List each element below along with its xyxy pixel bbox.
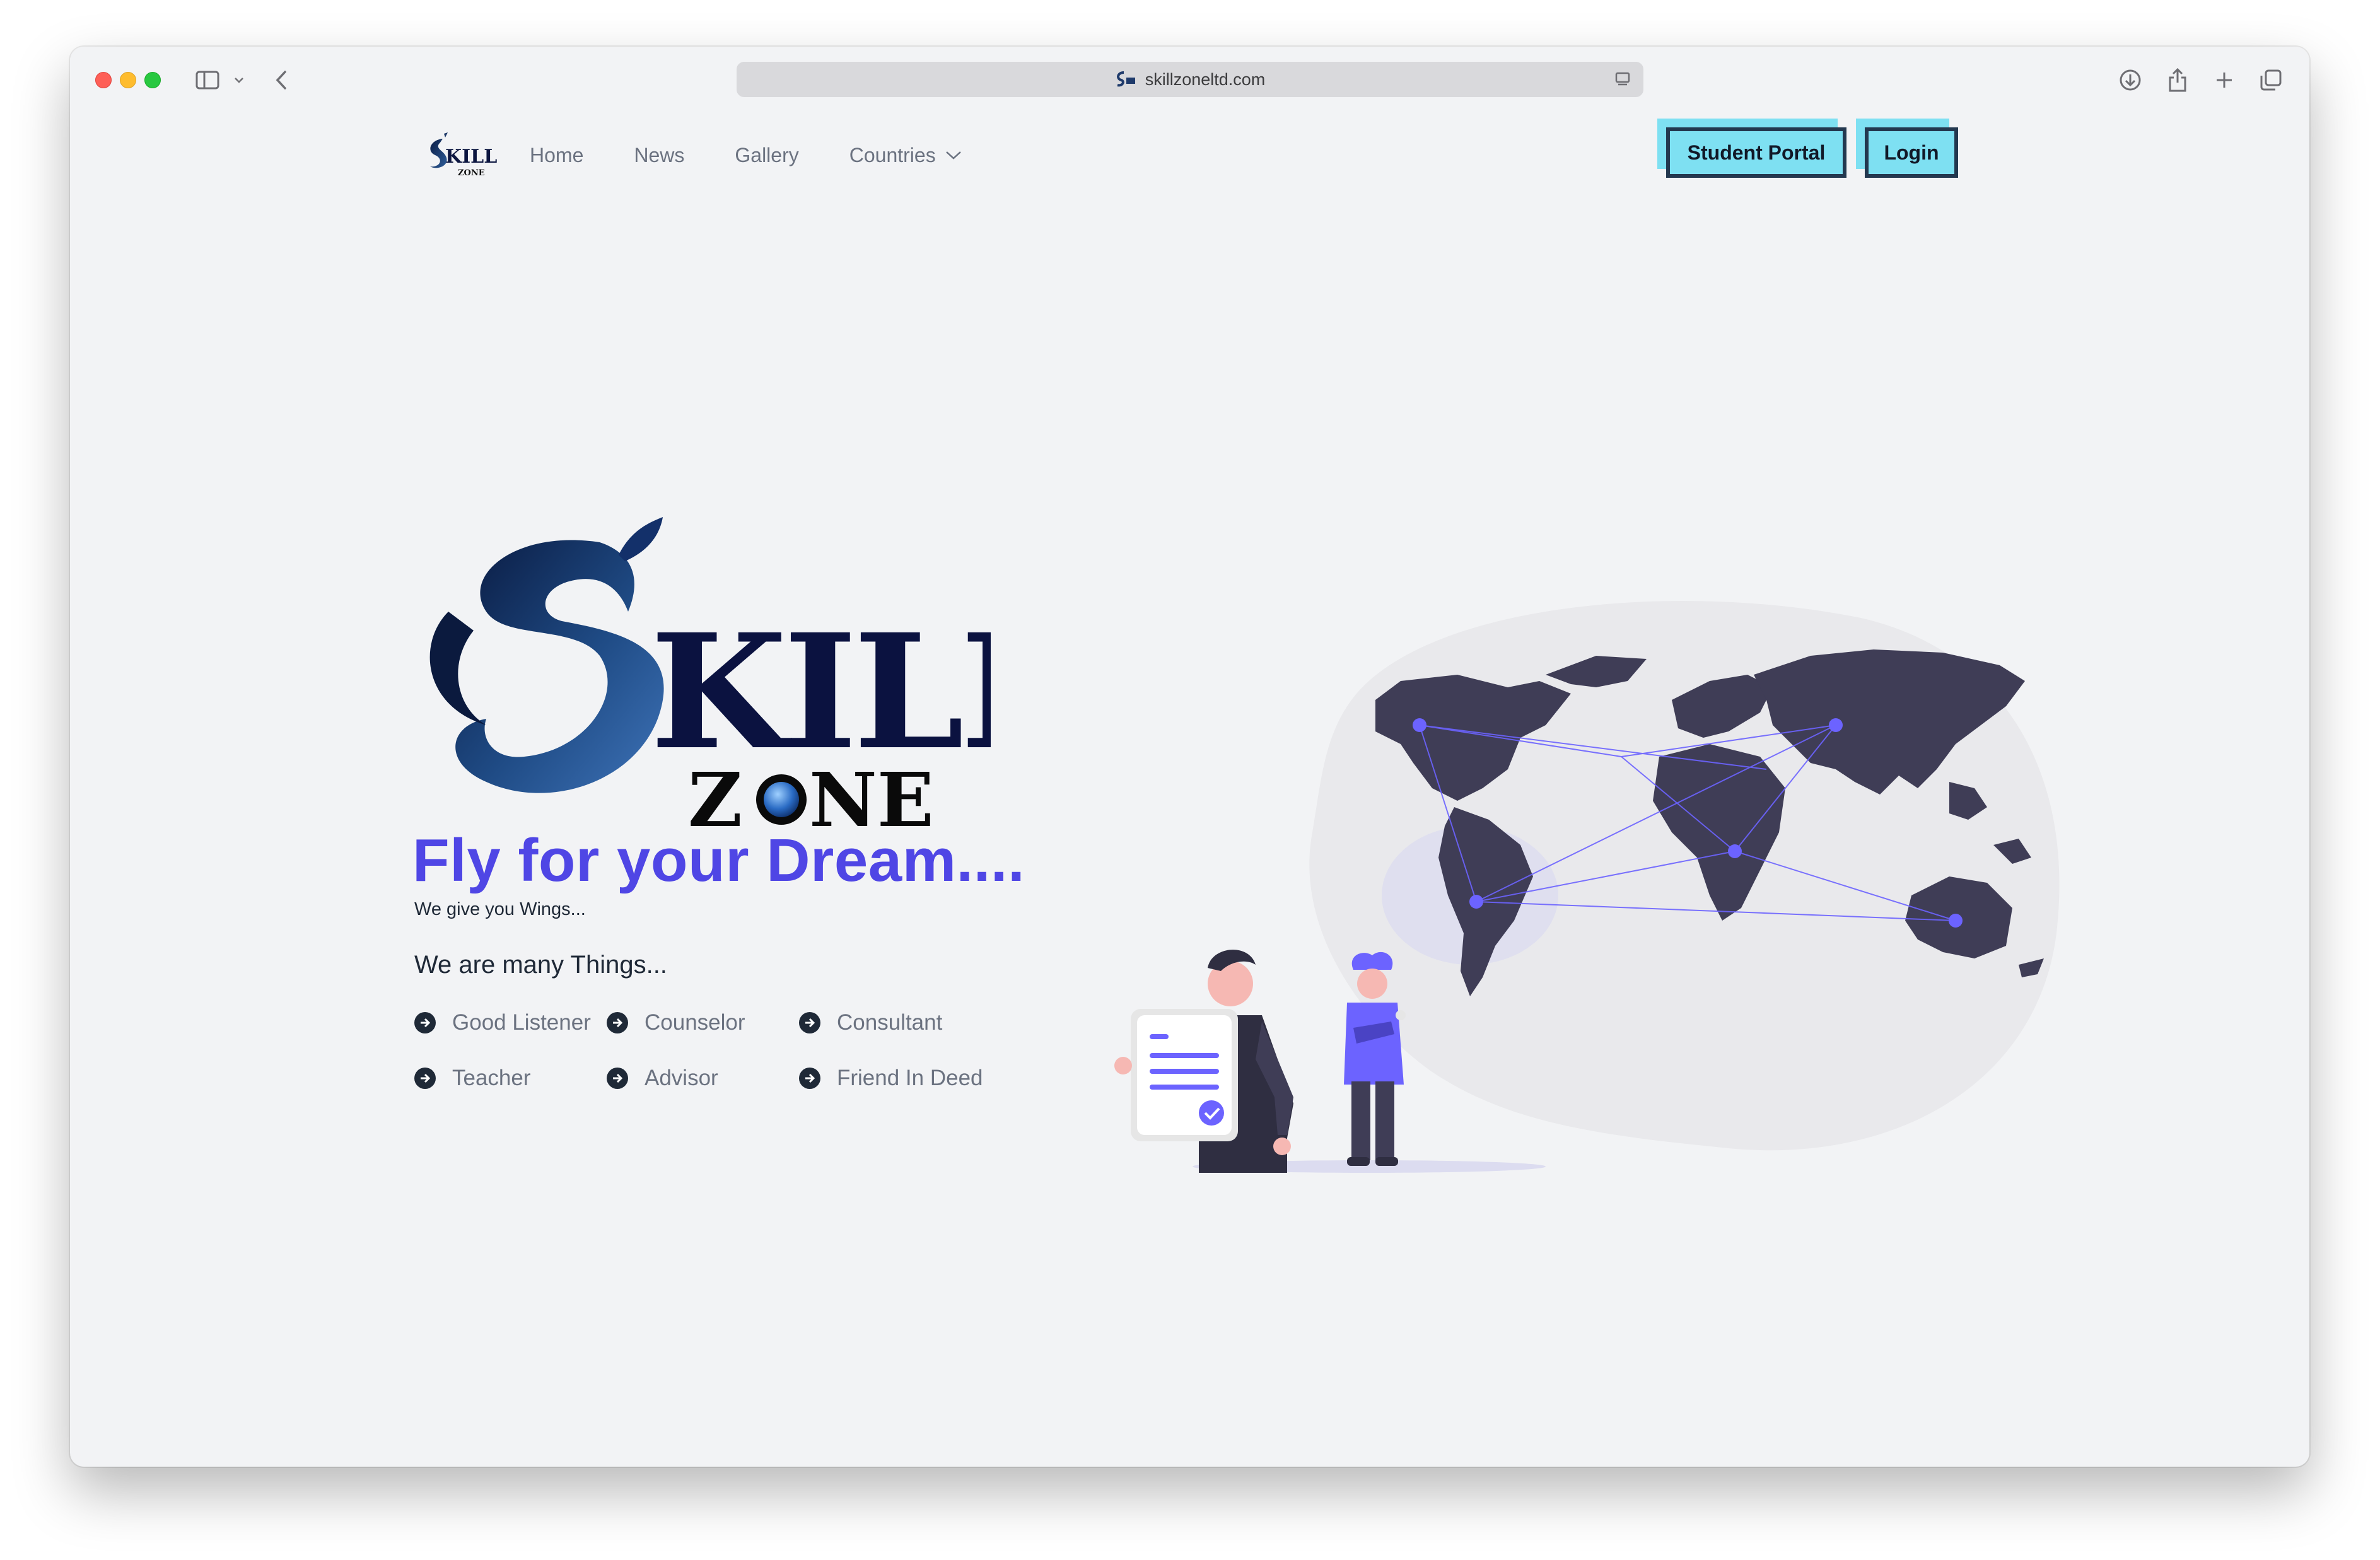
zoom-window-button[interactable] <box>144 72 161 88</box>
list-item: Friend In Deed <box>799 1064 1001 1092</box>
nav-link-home[interactable]: Home <box>530 144 583 167</box>
close-window-button[interactable] <box>95 72 112 88</box>
chevron-down-icon[interactable] <box>233 66 245 95</box>
nav-link-news[interactable]: News <box>634 144 684 167</box>
svg-text:ZONE: ZONE <box>458 168 485 178</box>
login-button[interactable]: Login <box>1865 127 1958 178</box>
list-item: Teacher <box>414 1064 607 1092</box>
hero-subtagline: We give you Wings... <box>414 899 586 919</box>
hero-skill-zone-logo: KILL Z NE <box>429 517 991 844</box>
list-item: Counselor <box>607 1009 799 1037</box>
list-item: Consultant <box>799 1009 1001 1037</box>
many-things-heading: We are many Things... <box>414 951 667 979</box>
student-portal-button[interactable]: Student Portal <box>1666 127 1846 178</box>
skill-zone-logo[interactable]: KILL ZONE <box>421 130 502 180</box>
list-item-label: Good Listener <box>452 1010 591 1035</box>
address-bar[interactable]: skillzoneltd.com <box>737 62 1643 97</box>
chevron-down-icon <box>945 151 961 160</box>
back-icon[interactable] <box>272 66 291 95</box>
downloads-icon[interactable] <box>2118 66 2143 95</box>
browser-toolbar: skillzoneltd.com <box>70 47 2309 114</box>
arrow-circle-icon <box>607 1012 628 1033</box>
minimize-window-button[interactable] <box>120 72 136 88</box>
list-item-label: Advisor <box>645 1066 718 1090</box>
arrow-circle-icon <box>414 1012 436 1033</box>
arrow-circle-icon <box>799 1068 820 1089</box>
svg-text:KILL: KILL <box>445 146 497 168</box>
browser-window: skillzoneltd.com KILL ZONE Home News Gal… <box>70 47 2309 1467</box>
nav-link-gallery[interactable]: Gallery <box>735 144 798 167</box>
arrow-circle-icon <box>799 1012 820 1033</box>
arrow-circle-icon <box>414 1068 436 1089</box>
world-map-illustration <box>1114 601 2060 1173</box>
list-item: Good Listener <box>414 1009 607 1037</box>
sidebar-icon[interactable] <box>194 66 221 95</box>
globe-icon <box>764 782 799 817</box>
share-icon[interactable] <box>2165 66 2190 95</box>
list-item-label: Teacher <box>452 1066 531 1090</box>
reader-icon[interactable] <box>1614 71 1631 88</box>
nav-link-countries-label: Countries <box>849 143 936 166</box>
web-page: KILL ZONE Home News Gallery Countries St… <box>70 114 2309 1467</box>
list-item-label: Counselor <box>645 1010 745 1035</box>
new-tab-icon[interactable] <box>2212 66 2237 95</box>
person-with-document <box>1114 950 1293 1173</box>
hero-tagline: Fly for your Dream.... <box>412 827 1025 894</box>
list-item-label: Consultant <box>837 1010 943 1035</box>
list-item: Advisor <box>607 1064 799 1092</box>
things-list: Good Listener Counselor Consultant Teach… <box>414 1009 1020 1092</box>
site-favicon-icon <box>1116 71 1135 87</box>
list-item-label: Friend In Deed <box>837 1066 983 1090</box>
url-text: skillzoneltd.com <box>1145 69 1266 89</box>
arrow-circle-icon <box>607 1068 628 1089</box>
site-navbar: KILL ZONE Home News Gallery Countries <box>421 129 1013 182</box>
nav-link-countries[interactable]: Countries <box>849 144 962 167</box>
tab-overview-icon[interactable] <box>2258 66 2284 95</box>
